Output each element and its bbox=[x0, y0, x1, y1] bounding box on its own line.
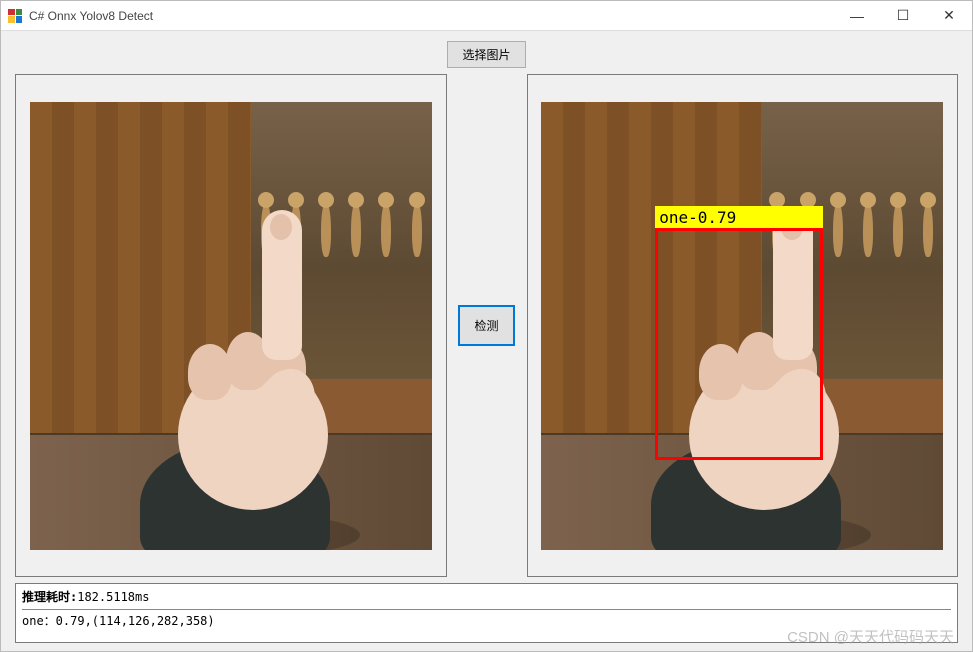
result-image-panel: one-0.79 bbox=[527, 74, 959, 577]
detection-bounding-box bbox=[655, 228, 823, 460]
title-left: C# Onnx Yolov8 Detect bbox=[7, 8, 153, 24]
minimize-button[interactable]: — bbox=[834, 1, 880, 30]
app-icon bbox=[7, 8, 23, 24]
main-area: 检测 bbox=[15, 74, 958, 577]
close-button[interactable]: ✕ bbox=[926, 1, 972, 30]
app-window: C# Onnx Yolov8 Detect — ☐ ✕ 选择图片 bbox=[0, 0, 973, 652]
source-image bbox=[30, 102, 432, 550]
title-bar[interactable]: C# Onnx Yolov8 Detect — ☐ ✕ bbox=[1, 1, 972, 31]
center-column: 检测 bbox=[457, 74, 517, 577]
detect-button[interactable]: 检测 bbox=[458, 305, 514, 346]
window-title: C# Onnx Yolov8 Detect bbox=[29, 9, 153, 23]
select-image-button[interactable]: 选择图片 bbox=[447, 41, 525, 68]
output-line-inference-time: 推理耗时:182.5118ms bbox=[22, 588, 951, 607]
source-image-panel bbox=[15, 74, 447, 577]
client-area: 选择图片 bbox=[1, 31, 972, 651]
maximize-button[interactable]: ☐ bbox=[880, 1, 926, 30]
output-line-detection: one：0.79,(114,126,282,358) bbox=[22, 612, 951, 631]
result-image: one-0.79 bbox=[541, 102, 943, 550]
inference-time-value: 182.5118ms bbox=[77, 590, 149, 604]
detection-label: one-0.79 bbox=[655, 206, 823, 229]
output-text-panel[interactable]: 推理耗时:182.5118ms one：0.79,(114,126,282,35… bbox=[15, 583, 958, 643]
inference-time-prefix: 推理耗时: bbox=[22, 590, 77, 604]
top-toolbar: 选择图片 bbox=[15, 41, 958, 68]
window-controls: — ☐ ✕ bbox=[834, 1, 972, 30]
